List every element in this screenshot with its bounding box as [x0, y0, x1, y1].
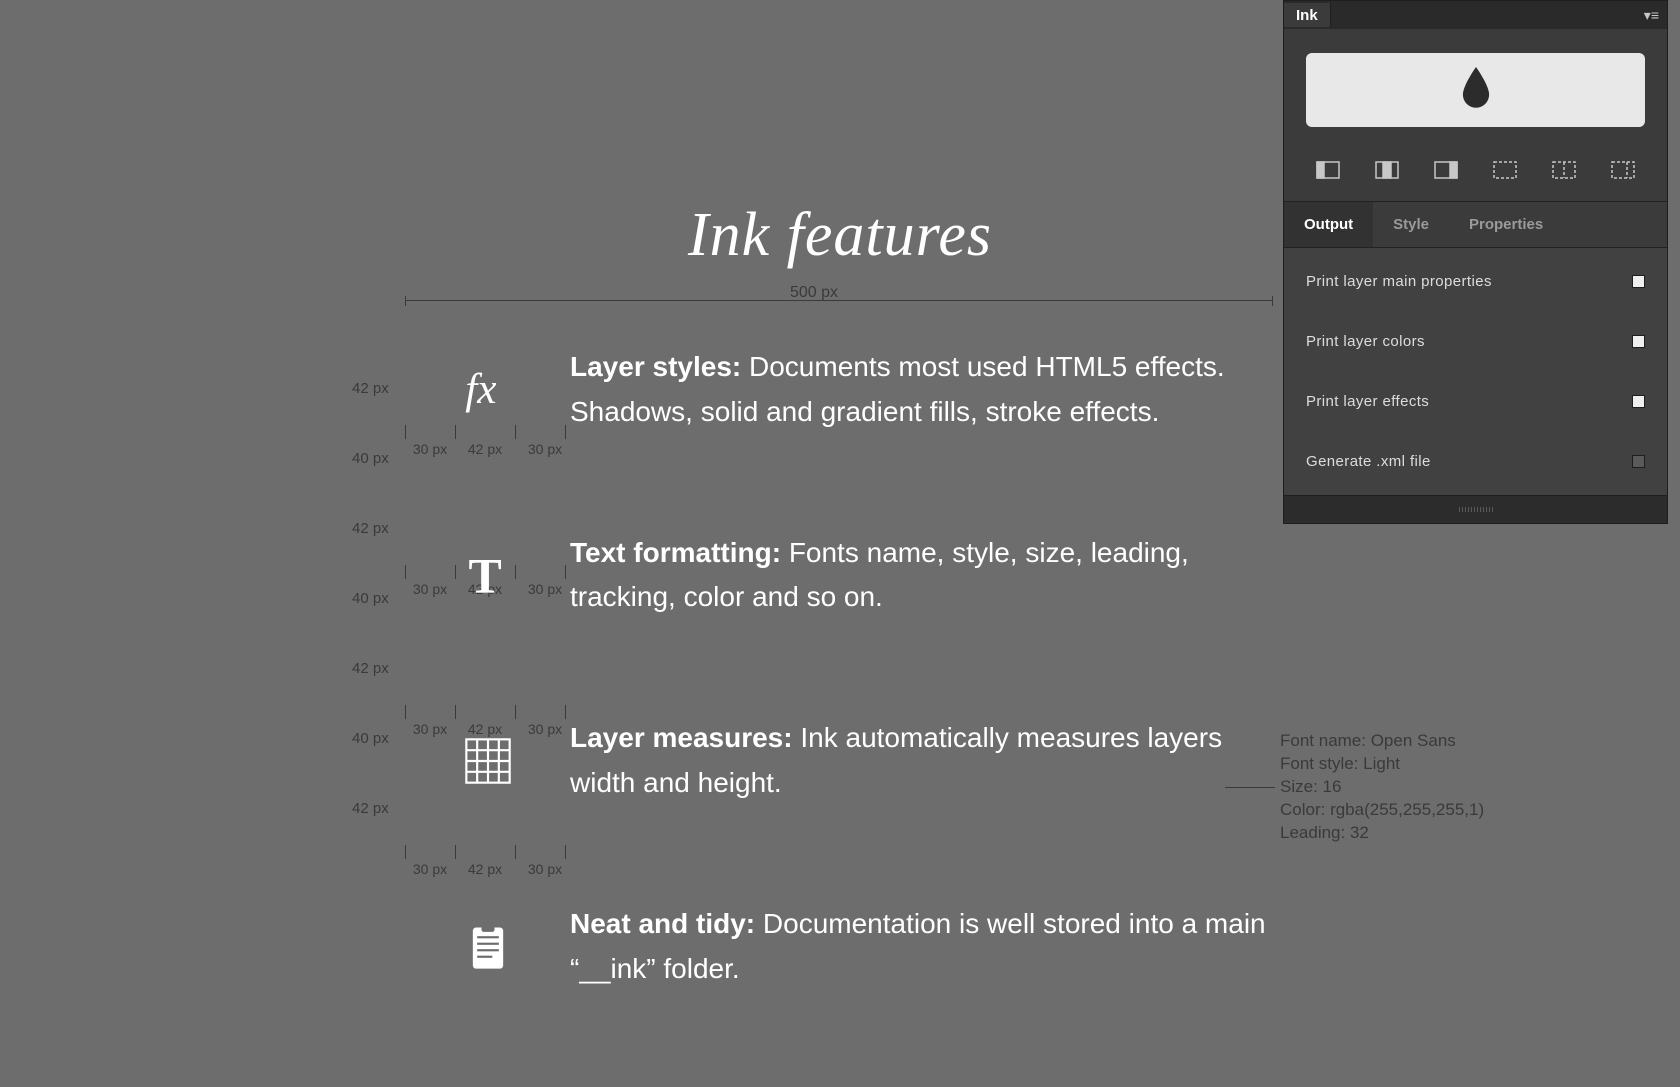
layout-right-split[interactable] — [1609, 159, 1637, 181]
feature-row: Neat and tidy: Documentation is well sto… — [405, 902, 1275, 992]
feature-title: Text formatting: — [570, 537, 781, 568]
font-meta-line: Font name: Open Sans — [1280, 730, 1484, 753]
option-checkbox[interactable] — [1632, 395, 1645, 408]
panel-menu-icon[interactable]: ▾≡ — [1636, 3, 1667, 28]
option-row: Print layer main properties — [1284, 252, 1667, 311]
feature-row: T Text formatting: Fonts name, style, si… — [405, 531, 1275, 621]
svg-text:T: T — [468, 549, 501, 601]
layout-center[interactable] — [1373, 159, 1401, 181]
layout-split-h[interactable] — [1491, 159, 1519, 181]
top-ruler — [405, 300, 1273, 301]
panel-tabbar: Ink ▾≡ — [1284, 1, 1667, 29]
row-gap-label: 40 px — [352, 590, 389, 607]
row-gap-label: 40 px — [352, 730, 389, 747]
layout-button-row — [1284, 149, 1667, 201]
option-label: Print layer main properties — [1306, 273, 1492, 290]
feature-title: Neat and tidy: — [570, 908, 755, 939]
option-label: Print layer colors — [1306, 333, 1425, 350]
feature-row: fx Layer styles: Documents most used HTM… — [405, 345, 1275, 435]
feature-text: Text formatting: Fonts name, style, size… — [570, 531, 1275, 621]
font-meta-line: Font style: Light — [1280, 753, 1484, 776]
grid-icon — [405, 716, 570, 806]
top-ruler-label: 500 px — [790, 284, 838, 302]
text-icon: T — [405, 531, 570, 621]
ink-drop-icon — [1460, 67, 1492, 113]
row-height-label: 42 px — [352, 800, 389, 817]
feature-row: Layer measures: Ink automatically measur… — [405, 716, 1275, 806]
feature-title: Layer styles: — [570, 351, 741, 382]
option-checkbox[interactable] — [1632, 275, 1645, 288]
tab-output[interactable]: Output — [1284, 202, 1373, 247]
fx-icon: fx — [405, 345, 570, 435]
row-height-label: 42 px — [352, 660, 389, 677]
feature-text: Neat and tidy: Documentation is well sto… — [570, 902, 1275, 992]
layout-split-v[interactable] — [1550, 159, 1578, 181]
font-meta-line: Size: 16 — [1280, 776, 1484, 799]
option-row: Print layer effects — [1284, 371, 1667, 431]
clipboard-icon — [405, 902, 570, 992]
feature-title: Layer measures: — [570, 722, 793, 753]
option-checkbox[interactable] — [1632, 455, 1645, 468]
option-label: Generate .xml file — [1306, 453, 1431, 470]
font-meta-line: Leading: 32 — [1280, 822, 1484, 845]
option-row: Generate .xml file — [1284, 431, 1667, 491]
panel-resize-grip[interactable] — [1284, 495, 1667, 523]
option-checkbox[interactable] — [1632, 335, 1645, 348]
tab-properties[interactable]: Properties — [1449, 202, 1563, 247]
canvas: Ink features 500 px 42 px 40 px 42 px 40… — [0, 0, 1680, 1080]
font-meta-line: Color: rgba(255,255,255,1) — [1280, 799, 1484, 822]
output-options: Print layer main properties Print layer … — [1284, 248, 1667, 495]
layout-right[interactable] — [1432, 159, 1460, 181]
option-row: Print layer colors — [1284, 311, 1667, 371]
svg-text:fx: fx — [465, 365, 496, 413]
row-height-label: 42 px — [352, 380, 389, 397]
tab-style[interactable]: Style — [1373, 202, 1449, 247]
feature-text: Layer measures: Ink automatically measur… — [570, 716, 1275, 806]
option-label: Print layer effects — [1306, 393, 1429, 410]
layout-left[interactable] — [1314, 159, 1342, 181]
row-height-label: 42 px — [352, 520, 389, 537]
ink-logo-button[interactable] — [1306, 53, 1645, 127]
ink-panel: Ink ▾≡ Output Style Properties Print lay… — [1283, 0, 1668, 524]
row-gap-label: 40 px — [352, 450, 389, 467]
font-meta-annotation: Font name: Open Sans Font style: Light S… — [1280, 730, 1484, 845]
features-list: fx Layer styles: Documents most used HTM… — [405, 345, 1275, 1087]
feature-text: Layer styles: Documents most used HTML5 … — [570, 345, 1275, 435]
panel-title-tab[interactable]: Ink — [1284, 3, 1331, 27]
panel-subtabs: Output Style Properties — [1284, 201, 1667, 248]
